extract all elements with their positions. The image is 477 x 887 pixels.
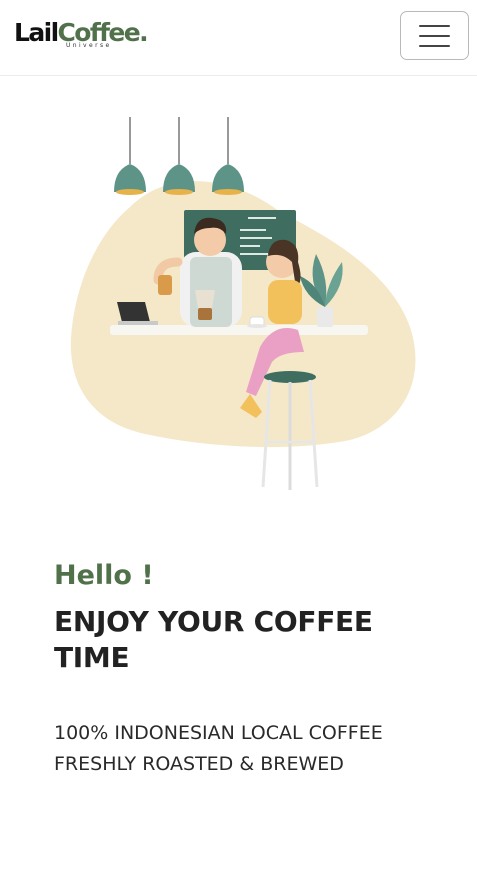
hero-headline: ENJOY YOUR COFFEE TIME bbox=[54, 605, 373, 674]
hamburger-menu-icon bbox=[419, 44, 450, 47]
tagline-line: 100% INDONESIAN LOCAL COFFEE bbox=[54, 722, 383, 744]
coffee-shop-illustration bbox=[70, 117, 416, 490]
hero-greeting: Hello ! bbox=[54, 560, 154, 591]
tagline-line: FRESHLY ROASTED & BREWED bbox=[54, 753, 344, 775]
brand-logo[interactable]: LailCoffee. Universe bbox=[14, 14, 149, 54]
brand-primary: Lail bbox=[14, 18, 59, 47]
navbar: LailCoffee. Universe bbox=[0, 0, 477, 76]
hamburger-menu-icon bbox=[419, 34, 450, 37]
coffee-cup bbox=[247, 316, 267, 328]
brand-subtitle: Universe bbox=[66, 42, 112, 49]
pendant-lamps bbox=[114, 117, 244, 195]
menu-toggle-button[interactable] bbox=[400, 11, 469, 60]
hero-tagline: 100% INDONESIAN LOCAL COFFEE FRESHLY ROA… bbox=[54, 718, 454, 780]
hamburger-menu-icon bbox=[419, 24, 450, 27]
